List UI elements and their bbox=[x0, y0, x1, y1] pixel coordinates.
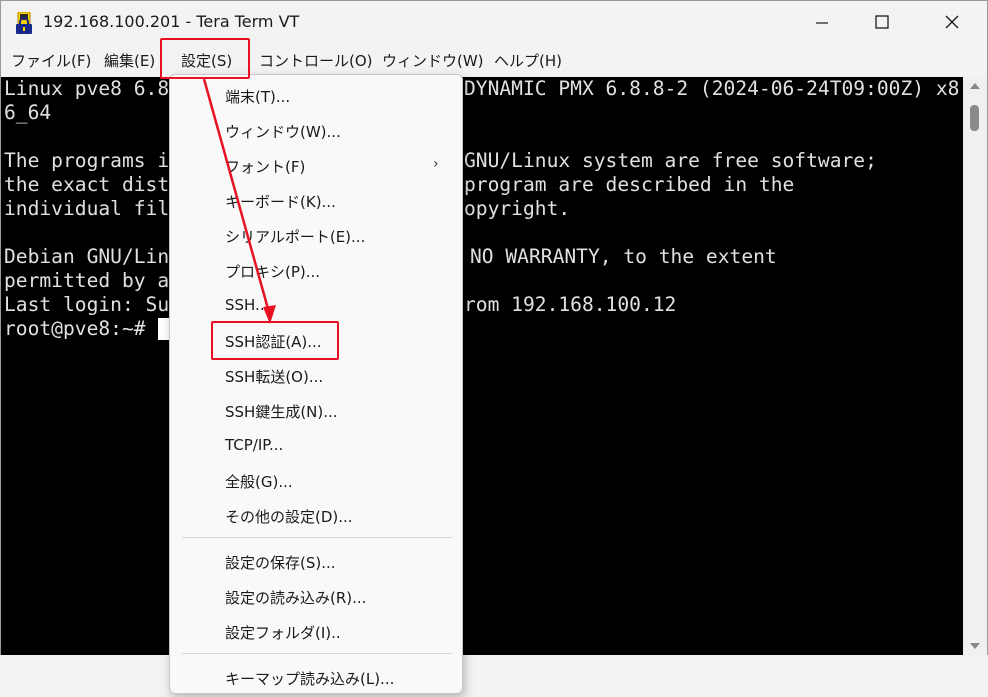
vertical-scrollbar[interactable] bbox=[963, 77, 987, 655]
tera-term-window: 192.168.100.201 - Tera Term VT ファイル(F) 編… bbox=[0, 0, 988, 655]
menu-item-proxy[interactable]: プロキシ(P)... bbox=[225, 261, 320, 282]
menu-item-additional-settings[interactable]: その他の設定(D)... bbox=[225, 506, 353, 527]
close-icon bbox=[945, 14, 959, 33]
menu-item-ssh-keygen[interactable]: SSH鍵生成(N)... bbox=[225, 401, 338, 422]
menu-control[interactable]: コントロール(O) bbox=[259, 50, 373, 71]
tera-term-lock-icon bbox=[14, 11, 34, 34]
menu-separator bbox=[182, 653, 452, 654]
terminal-line-fragment: GNU/Linux system are free software; bbox=[464, 149, 877, 172]
menu-item-setup-folder[interactable]: 設定フォルダ(I).. bbox=[225, 622, 341, 643]
menu-item-terminal[interactable]: 端末(T)... bbox=[225, 86, 290, 107]
menu-item-ssh[interactable]: SSH... bbox=[225, 296, 269, 314]
menu-item-ssh-forwarding[interactable]: SSH転送(O)... bbox=[225, 366, 323, 387]
setup-menu-highlight-box bbox=[160, 38, 250, 79]
menu-edit[interactable]: 編集(E) bbox=[104, 50, 155, 71]
menu-help[interactable]: ヘルプ(H) bbox=[494, 50, 562, 71]
title-bar[interactable]: 192.168.100.201 - Tera Term VT bbox=[1, 1, 987, 45]
window-title: 192.168.100.201 - Tera Term VT bbox=[43, 12, 300, 31]
scrollbar-thumb[interactable] bbox=[970, 105, 979, 131]
menu-item-window[interactable]: ウィンドウ(W)... bbox=[225, 121, 341, 142]
terminal-line: the exact dist bbox=[4, 173, 170, 196]
menu-window[interactable]: ウィンドウ(W) bbox=[382, 50, 484, 71]
terminal-line-fragment: opyright. bbox=[464, 197, 571, 220]
ssh-auth-highlight-box bbox=[211, 321, 339, 360]
menu-separator bbox=[182, 537, 452, 538]
menu-item-font[interactable]: フォント(F) bbox=[225, 156, 305, 177]
terminal-line: permitted by a bbox=[4, 269, 170, 292]
scroll-down-icon[interactable] bbox=[970, 643, 980, 649]
submenu-chevron-icon: › bbox=[433, 156, 439, 172]
menu-bar: ファイル(F) 編集(E) 設定(S) コントロール(O) ウィンドウ(W) ヘ… bbox=[1, 45, 987, 76]
terminal-line-fragment: NO WARRANTY, to the extent bbox=[470, 245, 777, 268]
terminal-line-fragment: rom 192.168.100.12 bbox=[464, 293, 677, 316]
menu-item-general[interactable]: 全般(G)... bbox=[225, 471, 293, 492]
setup-dropdown-menu: 端末(T)... ウィンドウ(W)... フォント(F) › キーボード(K).… bbox=[169, 74, 463, 694]
menu-item-serial-port[interactable]: シリアルポート(E)... bbox=[225, 226, 365, 247]
scroll-up-icon[interactable] bbox=[970, 83, 980, 89]
menu-item-load-keymap[interactable]: キーマップ読み込み(L)... bbox=[225, 668, 394, 689]
terminal-line: The programs i bbox=[4, 149, 170, 172]
terminal-prompt: root@pve8:~# bbox=[4, 317, 146, 340]
menu-item-restore-setup[interactable]: 設定の読み込み(R)... bbox=[225, 587, 366, 608]
terminal-line: Debian GNU/Lin bbox=[4, 245, 170, 268]
terminal-line: individual fil bbox=[4, 197, 170, 220]
menu-item-tcpip[interactable]: TCP/IP... bbox=[225, 436, 283, 454]
terminal-line-fragment: DYNAMIC PMX 6.8.8-2 (2024-06-24T09:00Z) … bbox=[464, 77, 960, 100]
terminal-screen[interactable]: Linux pve8 6.8 6_64 The programs i the e… bbox=[1, 77, 963, 655]
minimize-button[interactable] bbox=[789, 1, 855, 45]
close-button[interactable] bbox=[919, 1, 985, 45]
maximize-button[interactable] bbox=[849, 1, 915, 45]
maximize-icon bbox=[875, 14, 889, 33]
terminal-line: Linux pve8 6.8 bbox=[4, 77, 170, 100]
terminal-line-fragment: program are described in the bbox=[464, 173, 795, 196]
terminal-line: Last login: Su bbox=[4, 293, 170, 316]
terminal-line: 6_64 bbox=[4, 101, 52, 124]
menu-item-keyboard[interactable]: キーボード(K)... bbox=[225, 191, 336, 212]
menu-file[interactable]: ファイル(F) bbox=[11, 50, 91, 71]
menu-item-save-setup[interactable]: 設定の保存(S)... bbox=[225, 552, 336, 573]
minimize-icon bbox=[816, 14, 828, 33]
